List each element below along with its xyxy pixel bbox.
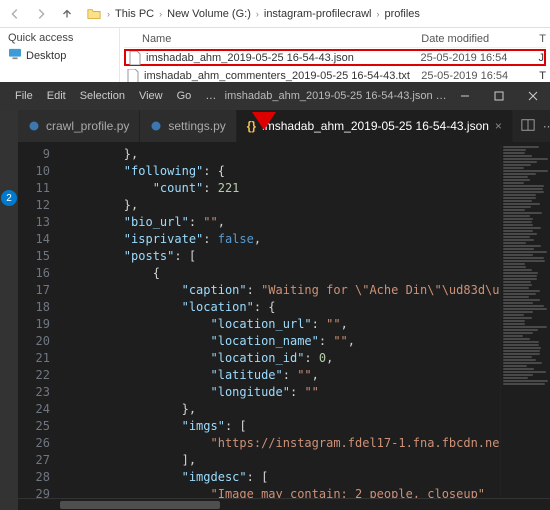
file-icon bbox=[128, 51, 142, 65]
breadcrumb-segment[interactable]: New Volume (G:) bbox=[167, 8, 251, 20]
forward-button[interactable] bbox=[30, 3, 52, 25]
menu-bar: File Edit Selection View Go … bbox=[0, 90, 223, 102]
tab-crawl-profile[interactable]: crawl_profile.py bbox=[18, 110, 140, 142]
horizontal-scrollbar[interactable] bbox=[18, 498, 550, 510]
explorer-toolbar: › This PC › New Volume (G:) › instagram-… bbox=[0, 0, 550, 28]
explorer-sidebar: Quick access Desktop bbox=[0, 28, 120, 82]
more-icon[interactable]: ⋯ bbox=[543, 120, 550, 133]
vscode-window: File Edit Selection View Go … imshadab_a… bbox=[0, 82, 550, 510]
python-icon bbox=[150, 120, 162, 132]
tab-settings[interactable]: settings.py bbox=[140, 110, 236, 142]
file-explorer: › This PC › New Volume (G:) › instagram-… bbox=[0, 0, 550, 82]
scrollbar-thumb[interactable] bbox=[60, 501, 220, 509]
json-icon: {} bbox=[247, 119, 256, 133]
code-editor[interactable]: }, "following": { "count": 221 }, "bio_u… bbox=[58, 142, 500, 498]
quick-access[interactable]: Quick access bbox=[6, 30, 119, 46]
tab-label: settings.py bbox=[168, 119, 225, 133]
minimap[interactable] bbox=[500, 142, 550, 498]
tab-label: imshadab_ahm_2019-05-25 16-54-43.json bbox=[262, 119, 489, 133]
up-button[interactable] bbox=[56, 3, 78, 25]
chevron-right-icon: › bbox=[156, 9, 165, 19]
file-list: Name Date modified T imshadab_ahm_2019-0… bbox=[120, 28, 550, 82]
title-bar: File Edit Selection View Go … imshadab_a… bbox=[0, 82, 550, 110]
line-gutter: 9101112131415161718192021222324252627282… bbox=[18, 142, 58, 498]
file-type: T bbox=[539, 70, 546, 82]
menu-file[interactable]: File bbox=[8, 90, 40, 102]
chevron-right-icon: › bbox=[373, 9, 382, 19]
sidebar-item-label: Desktop bbox=[26, 50, 66, 62]
address-bar[interactable]: › This PC › New Volume (G:) › instagram-… bbox=[82, 6, 546, 22]
maximize-button[interactable] bbox=[482, 82, 516, 110]
file-name: imshadab_ahm_2019-05-25 16-54-43.json bbox=[146, 52, 421, 64]
breadcrumb-segment[interactable]: profiles bbox=[384, 8, 419, 20]
column-type[interactable]: T bbox=[539, 33, 546, 45]
file-date: 25-05-2019 16:54 bbox=[421, 52, 539, 64]
close-icon[interactable]: × bbox=[495, 119, 502, 133]
breadcrumb-segment[interactable]: instagram-profilecrawl bbox=[264, 8, 372, 20]
column-date[interactable]: Date modified bbox=[421, 33, 539, 45]
file-row[interactable]: imshadab_ahm_2019-05-25 16-54-43.json 25… bbox=[124, 49, 546, 66]
file-name: imshadab_ahm_commenters_2019-05-25 16-54… bbox=[144, 70, 421, 82]
folder-icon bbox=[86, 6, 102, 22]
activity-badge[interactable]: 2 bbox=[1, 190, 17, 206]
file-type: J bbox=[539, 52, 545, 64]
list-header: Name Date modified T bbox=[124, 30, 546, 48]
window-title: imshadab_ahm_2019-05-25 16-54-43.json … bbox=[223, 90, 448, 102]
back-button[interactable] bbox=[4, 3, 26, 25]
activity-bar: 2 bbox=[0, 110, 18, 510]
tab-json-file[interactable]: {} imshadab_ahm_2019-05-25 16-54-43.json… bbox=[237, 110, 513, 142]
file-date: 25-05-2019 16:54 bbox=[421, 70, 539, 82]
minimize-button[interactable] bbox=[448, 82, 482, 110]
breadcrumb-segment[interactable]: This PC bbox=[115, 8, 154, 20]
chevron-right-icon: › bbox=[253, 9, 262, 19]
desktop-icon bbox=[8, 48, 22, 63]
file-icon bbox=[126, 69, 140, 83]
menu-more[interactable]: … bbox=[198, 90, 223, 102]
editor-tabs: crawl_profile.py settings.py {} imshadab… bbox=[18, 110, 550, 142]
close-button[interactable] bbox=[516, 82, 550, 110]
menu-go[interactable]: Go bbox=[170, 90, 199, 102]
sidebar-item-desktop[interactable]: Desktop bbox=[6, 46, 119, 63]
chevron-right-icon: › bbox=[104, 9, 113, 19]
python-icon bbox=[28, 120, 40, 132]
column-name[interactable]: Name bbox=[142, 33, 421, 45]
tab-label: crawl_profile.py bbox=[46, 119, 129, 133]
menu-view[interactable]: View bbox=[132, 90, 170, 102]
split-editor-icon[interactable] bbox=[521, 118, 535, 135]
menu-edit[interactable]: Edit bbox=[40, 90, 73, 102]
menu-selection[interactable]: Selection bbox=[73, 90, 132, 102]
